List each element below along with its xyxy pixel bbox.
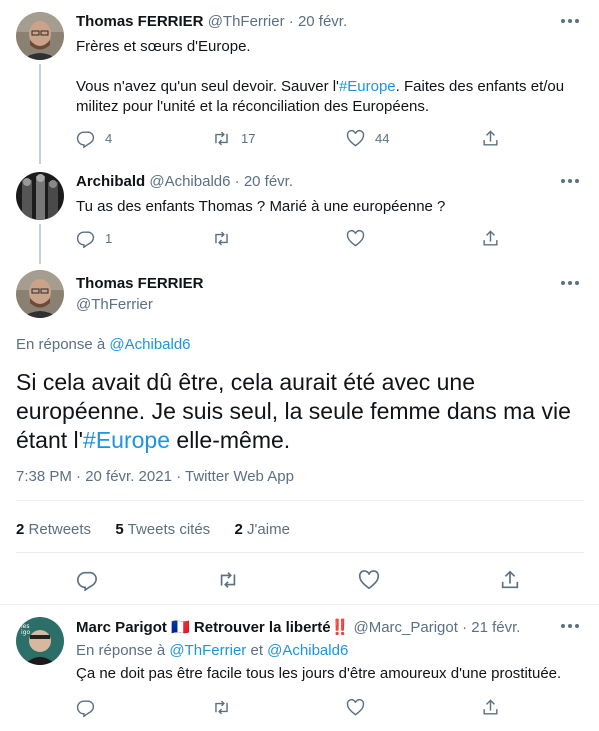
action-bar [76,698,516,718]
tweet-marc[interactable]: les igo Marc Parigot 🇫🇷 Retrouver la lib… [0,605,599,731]
reply-button[interactable]: 4 [76,129,112,148]
tweet-header: Archibald @Achibald6 · 20 févr. [76,173,294,190]
retweet-button[interactable]: 17 [212,129,255,148]
reply-count: 1 [105,231,113,246]
reply-button[interactable] [76,569,98,591]
retweets-stat[interactable]: 2 Retweets [16,521,91,538]
reply-context: En réponse à @Achibald6 [16,336,191,353]
date[interactable]: 21 févr. [471,619,520,636]
more-icon[interactable] [561,178,579,184]
retweet-icon [215,131,228,146]
share-button[interactable] [481,229,500,248]
like-button[interactable]: 44 [346,129,389,148]
retweet-button[interactable] [212,698,231,717]
retweet-button[interactable] [212,229,231,248]
tweet-text: Tu as des enfants Thomas ? Marié à une e… [76,198,446,215]
retweet-count: 17 [241,131,256,146]
share-icon [483,230,498,246]
tweet-text: Ça ne doit pas être facile tous les jour… [76,665,562,682]
display-name[interactable]: Marc Parigot 🇫🇷 Retrouver la liberté‼️ [76,619,349,636]
tweet-header: Thomas FERRIER @ThFerrier · 20 févr. [76,13,348,30]
handle[interactable]: @Marc_Parigot [353,619,457,636]
main-tweet-text: Si cela avait dû être, cela aurait été a… [16,369,571,453]
reply-icon [76,700,95,717]
like-count: 44 [375,131,390,146]
tweet-archibald[interactable]: Archibald @Achibald6 · 20 févr. Tu as de… [0,160,599,260]
display-name[interactable]: Thomas FERRIER [76,13,204,30]
action-bar [76,569,536,591]
tweet-text: Frères et sœurs d'Europe. Vous n'avez qu… [76,37,576,117]
handle[interactable]: @Achibald6 [149,173,230,190]
reply-button[interactable]: 1 [76,229,112,248]
avatar[interactable] [16,270,64,318]
hashtag-link[interactable]: #Europe [339,78,396,95]
display-name[interactable]: Archibald [76,173,145,190]
main-tweet: Thomas FERRIER @ThFerrier En réponse à @… [0,260,599,600]
author-block: Thomas FERRIER @ThFerrier [76,273,204,315]
like-button[interactable] [358,569,380,591]
reply-to-link[interactable]: @Achibald6 [109,336,190,353]
retweet-icon [215,700,228,715]
like-icon [358,570,380,590]
hashtag-link[interactable]: #Europe [83,427,170,453]
retweet-button[interactable] [217,569,239,591]
reply-to-link[interactable]: @ThFerrier [169,642,246,659]
tweet-line: Frères et sœurs d'Europe. [76,38,251,55]
share-button[interactable] [481,129,500,148]
avatar[interactable]: les igo [16,617,64,665]
more-icon[interactable] [561,18,579,24]
thread-line [39,224,41,264]
likes-stat[interactable]: 2 J'aime [235,521,290,538]
tweet-thomas-1[interactable]: Thomas FERRIER @ThFerrier · 20 févr. Frè… [0,0,599,160]
share-icon [483,130,498,146]
date[interactable]: 20 févr. [298,13,347,30]
like-button[interactable] [346,698,365,717]
avatar[interactable] [16,172,64,220]
svg-text:igo: igo [21,629,30,636]
quotes-stat[interactable]: 5 Tweets cités [115,521,210,538]
share-icon [501,570,519,589]
reply-icon [76,231,95,248]
handle[interactable]: @ThFerrier [208,13,285,30]
like-button[interactable] [346,229,365,248]
like-icon [346,229,365,247]
reply-icon [77,571,97,591]
thread-line [39,64,41,164]
like-icon [346,129,365,147]
tweet-line: Vous n'avez qu'un seul devoir. Sauver l'… [76,78,565,95]
reply-context: En réponse à @ThFerrier et @Achibald6 [76,642,349,659]
reply-to-link[interactable]: @Achibald6 [267,642,348,659]
timestamp[interactable]: 7:38 PM · 20 févr. 2021 · Twitter Web Ap… [16,468,294,485]
handle[interactable]: @ThFerrier [76,294,204,315]
engagement-stats: 2 Retweets 5 Tweets cités 2 J'aime [16,521,290,538]
retweet-icon [215,231,228,246]
action-bar: 4 17 44 [76,129,516,149]
share-icon [483,699,498,715]
display-name[interactable]: Thomas FERRIER [76,275,204,292]
reply-count: 4 [105,131,113,146]
double-exclamation-icon: ‼️ [330,619,350,636]
divider [16,552,584,553]
share-button[interactable] [481,698,500,717]
like-icon [346,698,365,716]
share-button[interactable] [499,569,521,591]
more-icon[interactable] [561,280,579,286]
more-icon[interactable] [561,623,579,629]
reply-icon [76,131,95,148]
flag-fr-icon: 🇫🇷 [171,619,190,636]
retweet-icon [220,572,236,588]
action-bar: 1 [76,229,516,249]
tweet-line: militez pour l'unité et la réconciliatio… [76,98,430,115]
reply-button[interactable] [76,698,95,717]
tweet-header: Marc Parigot 🇫🇷 Retrouver la liberté‼️ @… [76,619,521,636]
date[interactable]: 20 févr. [244,173,293,190]
avatar[interactable] [16,12,64,60]
divider [16,500,584,501]
